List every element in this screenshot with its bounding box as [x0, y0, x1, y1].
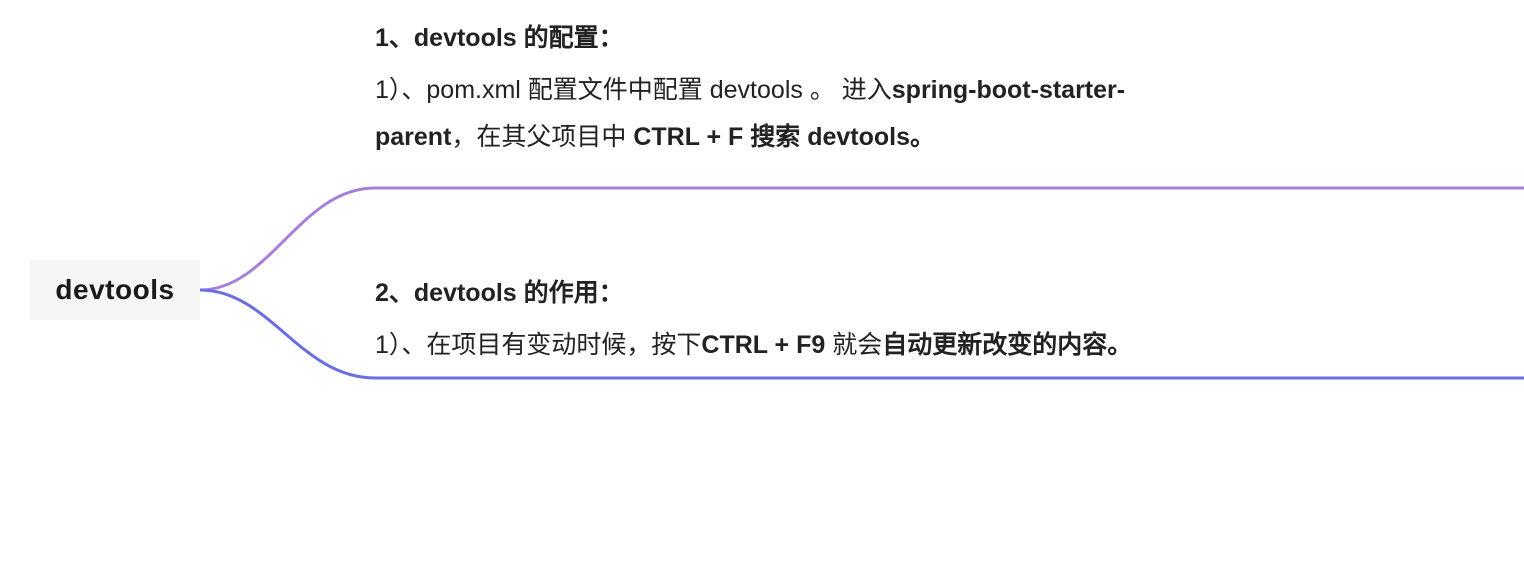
branch-node-usage-heading: 2、devtools 的作用： [375, 270, 1495, 318]
branch-node-config[interactable]: 1、devtools 的配置： 1）、pom.xml 配置文件中配置 devto… [375, 15, 1145, 162]
branch-node-config-body: 1）、pom.xml 配置文件中配置 devtools 。 进入spring-b… [375, 67, 1145, 162]
text-bold: CTRL + F 搜索 devtools。 [633, 123, 935, 151]
text-bold: 自动更新改变的内容。 [882, 331, 1132, 359]
text-part: 1）、pom.xml 配置文件中配置 devtools 。 进入 [375, 76, 892, 104]
text-part: ，在其父项目中 [451, 123, 633, 151]
mindmap-canvas: devtools 1、devtools 的配置： 1）、pom.xml 配置文件… [0, 0, 1524, 581]
text-bold: CTRL + F9 [701, 331, 832, 359]
branch-node-usage-body: 1）、在项目有变动时候，按下CTRL + F9 就会自动更新改变的内容。 [375, 322, 1495, 370]
branch-node-config-heading: 1、devtools 的配置： [375, 15, 1145, 63]
root-node-devtools[interactable]: devtools [30, 260, 200, 320]
root-node-label: devtools [55, 274, 174, 306]
branch-node-usage[interactable]: 2、devtools 的作用： 1）、在项目有变动时候，按下CTRL + F9 … [375, 270, 1495, 369]
text-part: 就会 [832, 331, 882, 359]
text-part: 1）、在项目有变动时候，按下 [375, 331, 701, 359]
